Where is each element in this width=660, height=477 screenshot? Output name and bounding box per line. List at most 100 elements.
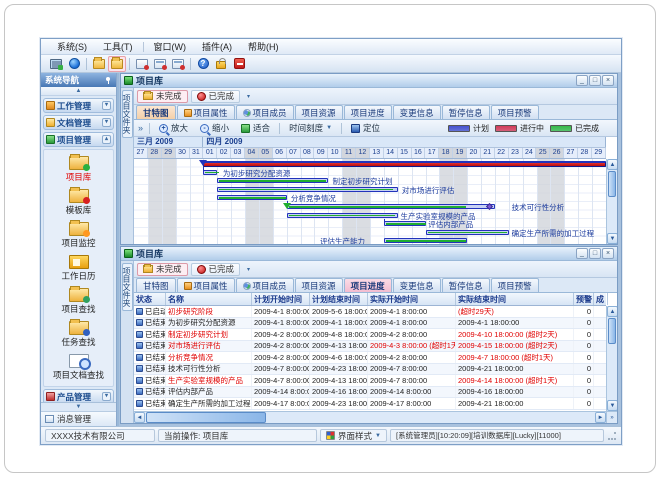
menu-item-1[interactable]: 系统(S) [49,39,95,54]
sidebar-item-项目文档查找[interactable]: 项目文档查找 [44,351,113,384]
sidebar-item-模板库[interactable]: 模板库 [44,186,113,219]
close-icon[interactable] [602,248,614,259]
scrollbar-thumb[interactable] [608,318,616,344]
gantt-bar-确定生产所需的加工过程[interactable] [426,230,509,235]
table-row[interactable]: 已结束确定生产所需的加工过程2009-4-17 8:00:002009-4-23… [134,398,606,410]
tab-甘特图[interactable]: 甘特图 [136,105,176,119]
gantt-bar-评估内部产品[interactable] [384,221,426,226]
tab-message-management[interactable]: 消息管理 [41,411,116,426]
folder-tab-未完成[interactable]: 未完成 [137,263,188,276]
maximize-icon[interactable] [589,75,601,86]
tab-project-folder[interactable]: 项目文件夹 [122,90,133,138]
column-header-计划开始时间[interactable]: 计划开始时间 [252,293,310,305]
sidebar-item-任务查找[interactable]: 任务查找 [44,318,113,351]
sidebar-item-项目查找[interactable]: 项目查找 [44,285,113,318]
table-row[interactable]: 已结束分析竞争情况2009-4-2 8:00:002009-4-6 18:00:… [134,352,606,364]
tab-project-folder[interactable]: 项目文件夹 [122,263,133,311]
sidebar-group-文档管理[interactable]: 文档管理▾ [43,115,114,130]
scroll-up-icon[interactable]: ▲ [607,159,617,170]
zoom-out-button[interactable]: -缩小 [195,120,234,136]
more-tabs-icon[interactable]: ▾ [243,264,254,275]
gantt-panel-titlebar[interactable]: 项目库 [121,74,617,88]
tab-变更信息[interactable]: 变更信息 [393,278,441,292]
more-tabs-icon[interactable]: ▾ [243,91,254,102]
scroll-right-icon[interactable]: ► [595,412,606,423]
table-row[interactable]: 已结束评估内部产品2009-4-14 8:00:002009-4-16 18:0… [134,387,606,399]
expand-icon[interactable]: ▾ [102,392,111,401]
tab-项目进度[interactable]: 项目进度 [344,105,392,119]
menu-item-2[interactable]: 工具(T) [95,39,141,54]
scroll-down-icon[interactable]: ▼ [607,400,617,411]
gantt-bar-对市场进行评估[interactable] [217,187,397,192]
column-header-成[interactable]: 成 [594,293,608,305]
tab-项目成员[interactable]: 项目成员 [236,105,294,119]
sidebar-expand-button[interactable]: ▼ [41,403,116,411]
menu-item-5[interactable]: 帮助(H) [240,39,287,54]
gantt-bar-制定初步研究计划[interactable] [217,178,328,183]
folder-tab-已完成[interactable]: 已完成 [191,90,241,103]
scroll-up-icon[interactable]: ▲ [607,306,617,317]
table-panel-titlebar[interactable]: 项目库 [121,247,617,261]
computer-button[interactable] [47,56,65,72]
column-header-状态[interactable]: 状态 [134,293,166,305]
folder-open-button[interactable] [108,56,126,72]
close-icon[interactable] [602,75,614,86]
stop-button[interactable] [230,56,248,72]
mail-open-button[interactable] [151,56,169,72]
column-header-计划结束时间[interactable]: 计划结束时间 [310,293,368,305]
table-row[interactable]: 已结束对市场进行评估2009-4-2 8:00:002009-4-13 18:0… [134,341,606,353]
menu-item-4[interactable]: 插件(A) [194,39,240,54]
menu-item-3[interactable]: 窗口(W) [146,39,195,54]
globe-button[interactable] [65,56,83,72]
tab-暂停信息[interactable]: 暂停信息 [442,105,490,119]
scroll-corner[interactable]: » [606,411,617,423]
minimize-icon[interactable] [576,248,588,259]
table-row[interactable]: 已启动初步研究阶段2009-4-1 8:00:002009-5-6 18:00:… [134,306,606,318]
tab-变更信息[interactable]: 变更信息 [393,105,441,119]
gantt-bar-生产实验室规模的产品[interactable] [287,213,398,218]
lock-button[interactable] [212,56,230,72]
gantt-bar-初步研究阶段[interactable] [203,161,606,167]
table-row[interactable]: 已结束为初步研究分配资源2009-4-1 8:00:002009-4-1 18:… [134,318,606,330]
table-row[interactable]: 已结束生产实验室规模的产品2009-4-7 8:00:002009-4-13 1… [134,375,606,387]
locate-button[interactable]: 定位 [346,120,385,136]
scrollbar-thumb[interactable] [608,171,616,197]
gantt-bar-技术可行性分析[interactable] [287,204,495,209]
tab-项目预警[interactable]: 项目预警 [491,278,539,292]
gantt-bar-评估生产能力[interactable] [384,238,467,243]
collapse-icon[interactable]: ▴ [102,135,111,144]
table-vertical-scrollbar[interactable]: ▲ ▼ [606,306,617,411]
scrollbar-thumb[interactable] [146,412,266,423]
tab-项目进度[interactable]: 项目进度 [344,278,392,292]
tab-项目资源[interactable]: 项目资源 [295,105,343,119]
tab-暂停信息[interactable]: 暂停信息 [442,278,490,292]
column-header-预警[interactable]: 预警 [574,293,594,305]
column-header-实际开始时间[interactable]: 实际开始时间 [368,293,456,305]
sidebar-item-工作日历[interactable]: 工作日历 [44,252,113,285]
sidebar-group-产品管理[interactable]: 产品管理▾ [43,389,114,402]
time-scale-button[interactable]: 时间刻度▼ [284,120,337,136]
table-row[interactable]: 已结束技术可行性分析2009-4-7 8:00:002009-4-23 18:0… [134,364,606,376]
mail-new-button[interactable] [133,56,151,72]
gantt-vertical-scrollbar[interactable]: ▲ ▼ [606,159,617,244]
scroll-down-icon[interactable]: ▼ [607,233,617,244]
expand-icon[interactable]: ▾ [102,101,111,110]
folder-tab-未完成[interactable]: 未完成 [137,90,188,103]
overflow-icon[interactable]: » [138,123,143,133]
tab-项目资源[interactable]: 项目资源 [295,278,343,292]
maximize-icon[interactable] [589,248,601,259]
tab-项目成员[interactable]: 项目成员 [236,278,294,292]
resize-grip[interactable] [607,431,617,441]
column-header-实际结束时间[interactable]: 实际结束时间 [456,293,574,305]
gantt-bar-为初步研究分配资源[interactable] [203,170,217,175]
folder-closed-button[interactable] [90,56,108,72]
table-horizontal-scrollbar[interactable]: ◄ ► [134,411,606,423]
folder-tab-已完成[interactable]: 已完成 [191,263,241,276]
sidebar-group-项目管理[interactable]: 项目管理▴ [43,132,114,147]
help-button[interactable] [194,56,212,72]
tab-甘特图[interactable]: 甘特图 [136,278,176,292]
sidebar-collapse-button[interactable]: ▲ [41,87,116,96]
tab-项目属性[interactable]: 项目属性 [177,105,235,119]
zoom-in-button[interactable]: +放大 [154,120,193,136]
scroll-left-icon[interactable]: ◄ [134,412,145,423]
